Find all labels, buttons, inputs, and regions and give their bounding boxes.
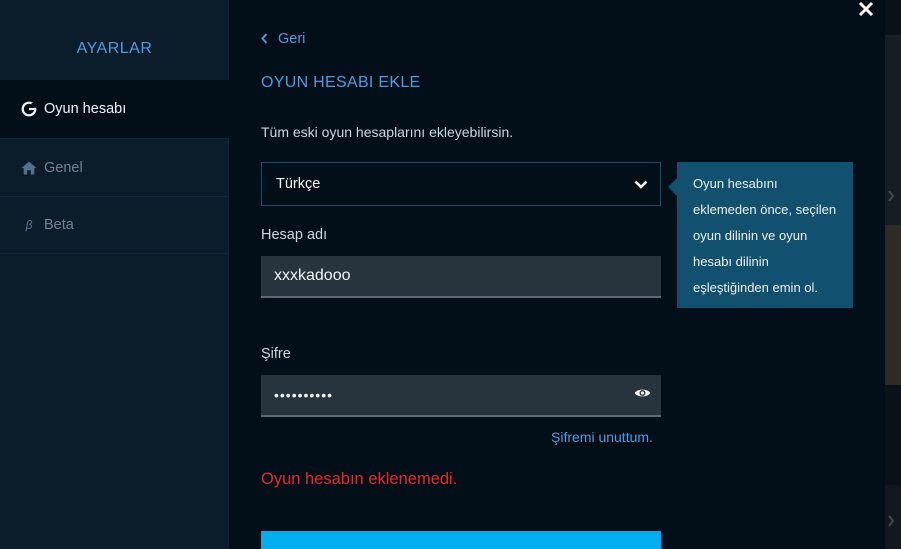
add-account-button[interactable] [261,531,661,549]
beta-icon: β [25,218,33,232]
background-window-strip [885,0,901,549]
password-value: •••••••••• [274,387,334,403]
back-label: Geri [278,31,306,47]
chevron-right-icon [887,190,895,205]
home-icon [20,159,38,177]
sidebar-item-game-account[interactable]: Oyun hesabı [0,80,229,138]
strip-panel [885,225,901,385]
description-text: Tüm eski oyun hesaplarını ekleyebilirsin… [261,124,514,140]
sidebar-item-beta[interactable]: β Beta [0,196,229,254]
g-logo-icon [20,100,38,118]
settings-sidebar: AYARLAR Oyun hesabı Genel β Beta [0,0,229,549]
sidebar-item-label: Beta [44,217,74,233]
chevron-left-icon [261,31,268,47]
eye-icon[interactable] [634,386,651,404]
sidebar-item-label: Oyun hesabı [44,101,127,117]
chevron-down-icon [634,180,648,189]
sidebar-item-general[interactable]: Genel [0,138,229,196]
language-select-value: Türkçe [276,176,321,192]
language-tooltip: Oyun hesabını eklemeden önce, seçilen oy… [668,162,853,308]
error-message: Oyun hesabın eklenemedi. [261,470,458,488]
account-name-input[interactable]: xxxkadooo [261,256,661,298]
account-name-label: Hesap adı [261,227,328,243]
sidebar-item-label: Genel [44,159,83,176]
back-button[interactable]: Geri [261,31,305,47]
chevron-right-icon [887,515,895,530]
page-title: OYUN HESABI EKLE [261,74,421,91]
password-label: Şifre [261,346,291,362]
password-input[interactable]: •••••••••• [261,375,661,417]
sidebar-title: AYARLAR [76,40,153,57]
account-name-value: xxxkadooo [274,267,351,284]
close-icon [858,1,874,22]
forgot-password-link[interactable]: Şifremi unuttum. [551,429,653,445]
close-button[interactable] [852,0,880,23]
language-select[interactable]: Türkçe [261,162,661,206]
